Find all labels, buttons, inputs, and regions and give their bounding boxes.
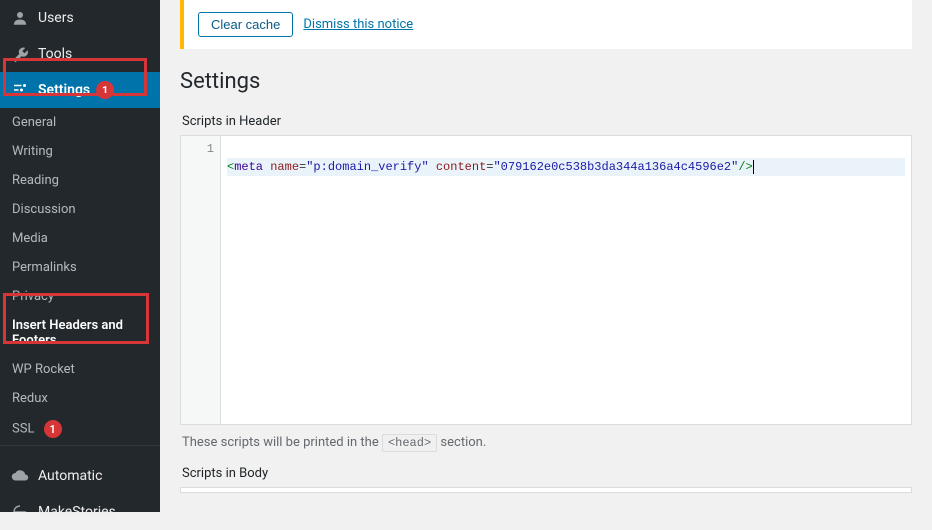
page-title: Settings [180,69,912,94]
sidebar-item-automatic[interactable]: Automatic [0,458,160,494]
cloud-icon [10,466,30,486]
sidebar-item-label: Automatic [38,468,102,484]
sidebar-sub-redux[interactable]: Redux [0,384,160,413]
wrench-icon [10,44,30,64]
makestories-icon [10,502,30,522]
settings-badge: 1 [96,81,114,99]
sidebar-item-label: MakeStories [38,504,116,520]
sidebar-sub-wp-rocket[interactable]: WP Rocket [0,355,160,384]
sidebar-sub-insert-headers-footers[interactable]: Insert Headers and Footers [0,311,160,355]
sidebar-item-label: Settings [38,82,90,98]
admin-notice: Clear cache Dismiss this notice [180,0,912,49]
sidebar-item-settings[interactable]: Settings 1 [0,72,160,108]
sidebar-submenu: General Writing Reading Discussion Media… [0,108,160,445]
body-scripts-label: Scripts in Body [182,466,912,481]
user-icon [10,8,30,28]
main-content: Clear cache Dismiss this notice Settings… [160,0,932,512]
header-scripts-label: Scripts in Header [182,114,912,129]
sidebar-sub-discussion[interactable]: Discussion [0,195,160,224]
editor-gutter: 1 [181,136,221,424]
sidebar-divider [0,445,160,446]
admin-sidebar: Users Tools Settings 1 General Writing R… [0,0,160,512]
text-cursor [753,160,754,174]
dismiss-notice-link[interactable]: Dismiss this notice [303,17,413,32]
clear-cache-button[interactable]: Clear cache [198,12,293,37]
ssl-badge: 1 [44,420,62,438]
header-scripts-description: These scripts will be printed in the <he… [182,435,912,450]
sidebar-item-makestories[interactable]: MakeStories [0,494,160,530]
sidebar-item-users[interactable]: Users [0,0,160,36]
sidebar-sub-general[interactable]: General [0,108,160,137]
sidebar-sub-reading[interactable]: Reading [0,166,160,195]
sidebar-sub-privacy[interactable]: Privacy [0,282,160,311]
sidebar-item-label: Users [38,10,74,26]
sidebar-sub-permalinks[interactable]: Permalinks [0,253,160,282]
body-scripts-editor[interactable] [180,487,912,493]
header-scripts-editor[interactable]: 1 <meta name="p:domain_verify" content="… [180,135,912,425]
sidebar-item-tools[interactable]: Tools [0,36,160,72]
sidebar-sub-writing[interactable]: Writing [0,137,160,166]
sidebar-sub-media[interactable]: Media [0,224,160,253]
line-number: 1 [181,140,214,158]
sidebar-item-label: Tools [38,46,72,62]
sliders-icon [10,80,30,100]
sidebar-sub-ssl[interactable]: SSL 1 [0,413,160,445]
editor-code[interactable]: <meta name="p:domain_verify" content="07… [221,136,911,424]
